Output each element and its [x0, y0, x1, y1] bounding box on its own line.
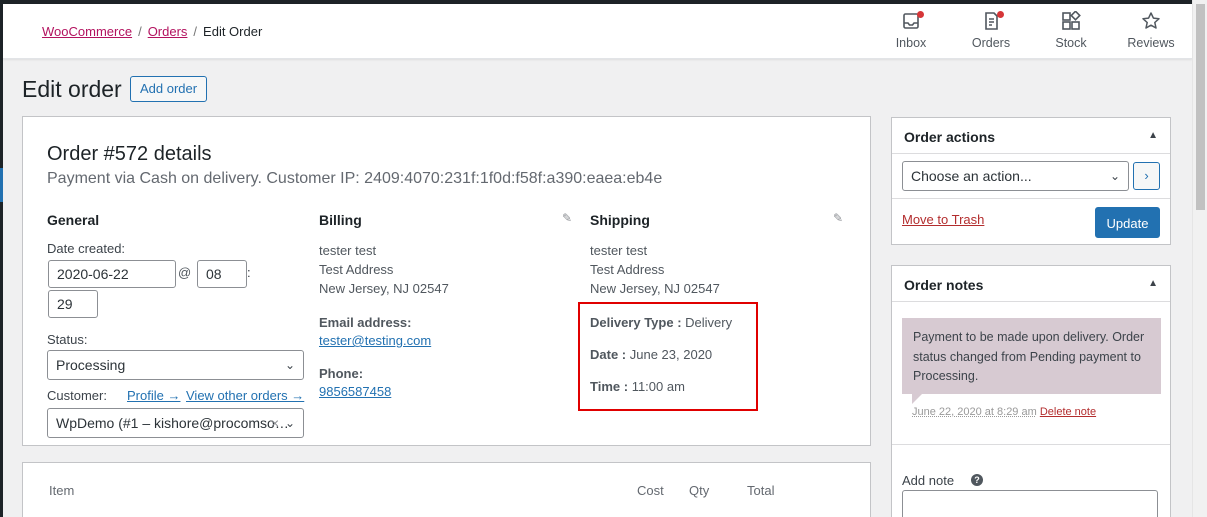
edit-billing-pencil-icon[interactable]: ✎ — [562, 211, 574, 223]
star-icon — [1119, 11, 1183, 33]
order-heading: Order #572 details — [47, 143, 212, 166]
add-note-textarea[interactable] — [902, 490, 1158, 517]
edit-shipping-pencil-icon[interactable]: ✎ — [833, 211, 845, 223]
order-data-panel: Order #572 details Payment via Cash on d… — [22, 116, 871, 446]
billing-address: Test Address — [319, 260, 393, 279]
orders-icon — [959, 11, 1023, 33]
status-value: Processing — [56, 357, 125, 373]
header-orders-label: Orders — [972, 36, 1010, 50]
collapse-arrow-icon[interactable]: ▲ — [1148, 130, 1158, 141]
at-separator: @ — [178, 265, 191, 280]
delivery-type-row: Delivery Type : Delivery — [590, 315, 732, 330]
customer-profile-link[interactable]: Profile → — [127, 388, 180, 403]
billing-name: tester test — [319, 241, 376, 260]
order-action-value: Choose an action... — [911, 168, 1032, 184]
divider — [892, 153, 1170, 154]
order-notes-panel: Order notes ▲ Payment to be made upon de… — [891, 265, 1171, 517]
items-header-cost: Cost — [637, 483, 664, 498]
inbox-icon — [879, 11, 943, 33]
order-actions-panel: Order actions ▲ Choose an action... ⌄ › … — [891, 117, 1171, 245]
order-payment-subtitle: Payment via Cash on delivery. Customer I… — [47, 170, 662, 188]
chevron-down-icon: ⌄ — [285, 351, 295, 379]
note-date: June 22, 2020 at 8:29 am — [912, 406, 1037, 418]
status-label: Status: — [47, 332, 87, 347]
items-header-total: Total — [747, 483, 774, 498]
delivery-date-value: June 23, 2020 — [630, 347, 712, 362]
apply-action-button[interactable]: › — [1133, 162, 1160, 190]
chevron-down-icon: ⌄ — [285, 409, 295, 437]
collapse-arrow-icon[interactable]: ▲ — [1148, 278, 1158, 289]
billing-email-link[interactable]: tester@testing.com — [319, 331, 431, 350]
active-menu-marker — [0, 168, 3, 202]
customer-label: Customer: — [47, 388, 107, 403]
billing-phone-label: Phone: — [319, 366, 363, 381]
general-section-title: General — [47, 212, 99, 228]
divider — [892, 444, 1170, 445]
items-header-qty: Qty — [689, 483, 709, 498]
add-note-label: Add note — [902, 473, 954, 488]
order-items-panel: Item Cost Qty Total — [22, 462, 871, 517]
order-action-select[interactable]: Choose an action... ⌄ — [902, 161, 1129, 191]
header-inbox-label: Inbox — [896, 36, 927, 50]
date-created-input[interactable]: 2020-06-22 — [48, 260, 176, 288]
shipping-name: tester test — [590, 241, 647, 260]
billing-email-label: Email address: — [319, 315, 412, 330]
add-order-button[interactable]: Add order — [130, 76, 207, 102]
order-actions-title: Order actions — [904, 129, 995, 145]
move-to-trash-link[interactable]: Move to Trash — [902, 212, 984, 227]
view-other-orders-link[interactable]: View other orders → — [186, 388, 304, 403]
header-stock-label: Stock — [1055, 36, 1086, 50]
header-reviews-label: Reviews — [1127, 36, 1174, 50]
shipping-address: Test Address — [590, 260, 664, 279]
time-colon: : — [247, 265, 251, 280]
admin-sidebar-edge — [0, 4, 3, 517]
divider — [892, 198, 1170, 199]
header-orders-button[interactable]: Orders — [959, 11, 1023, 50]
stock-icon — [1039, 11, 1103, 33]
header-reviews-button[interactable]: Reviews — [1119, 11, 1183, 50]
delivery-time-label: Time : — [590, 379, 628, 394]
hour-input[interactable]: 08 — [197, 260, 247, 288]
delivery-time-value: 11:00 am — [632, 379, 685, 394]
billing-phone-link[interactable]: 9856587458 — [319, 382, 391, 401]
date-created-label: Date created: — [47, 241, 125, 256]
status-select[interactable]: Processing ⌄ — [47, 350, 304, 380]
delivery-time-row: Time : 11:00 am — [590, 379, 685, 394]
breadcrumb-separator: / — [193, 24, 197, 39]
note-bubble-tail — [912, 394, 922, 404]
breadcrumb-current: Edit Order — [203, 24, 262, 39]
header-stock-button[interactable]: Stock — [1039, 11, 1103, 50]
customer-select[interactable]: WpDemo (#1 – kishore@procomso… × ⌄ — [47, 408, 304, 438]
items-header-item: Item — [49, 483, 74, 498]
breadcrumb-orders-link[interactable]: Orders — [148, 24, 188, 39]
order-note-content: Payment to be made upon delivery. Order … — [902, 318, 1161, 394]
delete-note-link[interactable]: Delete note — [1040, 406, 1096, 418]
shipping-section-title: Shipping — [590, 212, 650, 228]
billing-city: New Jersey, NJ 02547 — [319, 279, 449, 298]
chevron-down-icon: ⌄ — [1110, 162, 1120, 190]
customer-value: WpDemo (#1 – kishore@procomso… — [56, 415, 289, 431]
page-title: Edit order — [22, 76, 122, 103]
divider — [892, 301, 1170, 302]
delivery-date-row: Date : June 23, 2020 — [590, 347, 712, 362]
breadcrumb-woocommerce-link[interactable]: WooCommerce — [42, 24, 132, 39]
header-inbox-button[interactable]: Inbox — [879, 11, 943, 50]
shipping-city: New Jersey, NJ 02547 — [590, 279, 720, 298]
page-scrollbar[interactable] — [1192, 0, 1207, 517]
update-button[interactable]: Update — [1095, 207, 1160, 238]
delivery-type-value: Delivery — [685, 315, 732, 330]
woocommerce-header: WooCommerce / Orders / Edit Order Inbox Orde… — [3, 4, 1192, 59]
minute-input[interactable]: 29 — [48, 290, 98, 318]
clear-customer-icon[interactable]: × — [271, 409, 279, 437]
delivery-type-label: Delivery Type : — [590, 315, 682, 330]
breadcrumb-separator: / — [138, 24, 142, 39]
delivery-date-label: Date : — [590, 347, 626, 362]
breadcrumb: WooCommerce / Orders / Edit Order — [42, 24, 262, 39]
order-note-meta: June 22, 2020 at 8:29 am Delete note — [912, 406, 1096, 418]
help-icon[interactable]: ? — [971, 474, 983, 486]
order-notes-title: Order notes — [904, 277, 983, 293]
scrollbar-thumb[interactable] — [1196, 4, 1205, 210]
billing-section-title: Billing — [319, 212, 362, 228]
